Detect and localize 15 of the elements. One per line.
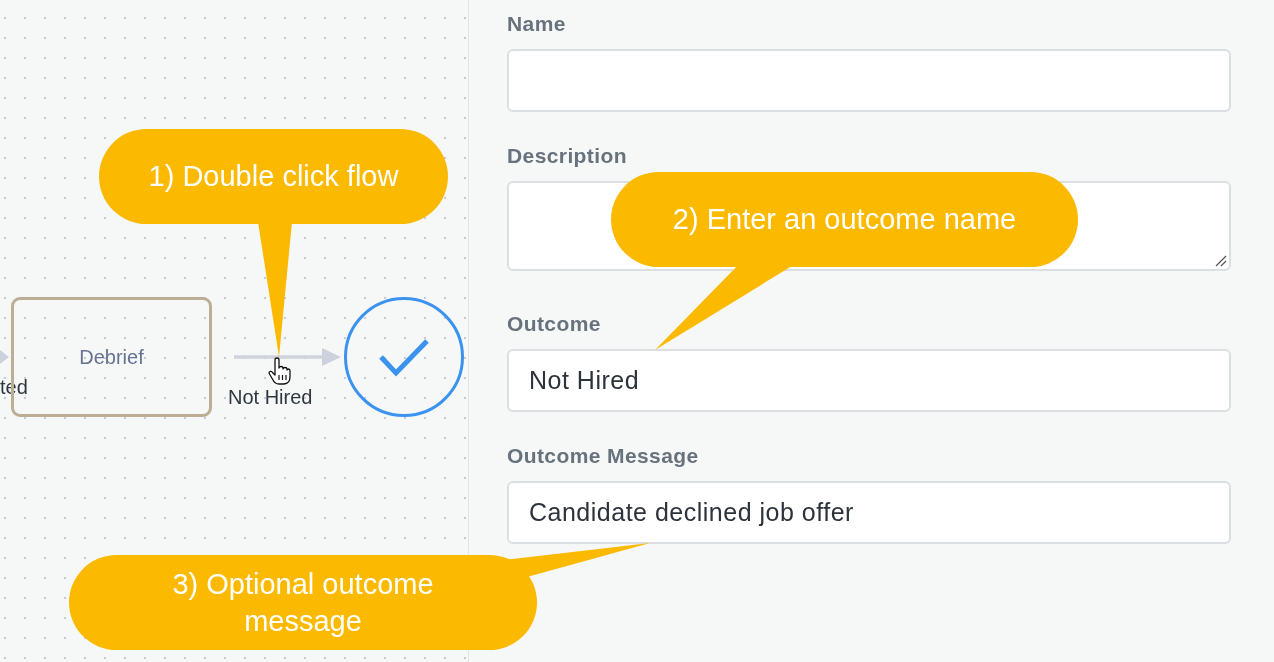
field-label: Outcome bbox=[507, 311, 601, 337]
hand-cursor-icon bbox=[268, 357, 291, 385]
input-field[interactable]: Not Hired bbox=[507, 349, 1231, 412]
field-label: Description bbox=[507, 143, 627, 169]
field-label: Outcome Message bbox=[507, 443, 699, 469]
input-field[interactable] bbox=[507, 49, 1231, 112]
check-icon bbox=[378, 337, 430, 377]
input-field[interactable]: Candidate declined job offer bbox=[507, 481, 1231, 544]
callout-text: 3) Optional outcome message bbox=[171, 566, 435, 639]
callout-text: 1) Double click flow bbox=[148, 159, 399, 194]
callout-text: 2) Enter an outcome name bbox=[672, 202, 1017, 237]
field-label: Name bbox=[507, 11, 566, 37]
flow-arrow bbox=[0, 350, 9, 364]
resize-handle-icon[interactable] bbox=[1215, 255, 1227, 267]
flow-label: Not Hired bbox=[228, 386, 313, 408]
